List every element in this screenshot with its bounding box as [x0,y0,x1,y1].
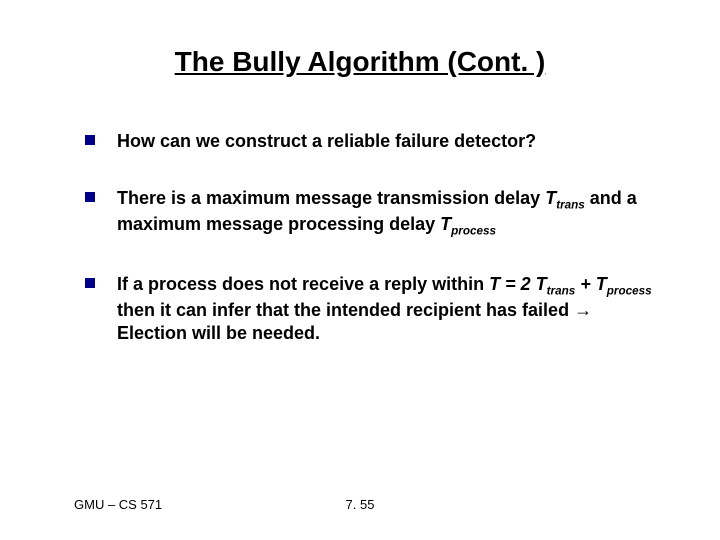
slide-title: The Bully Algorithm (Cont. ) [0,46,720,78]
slide-body: How can we construct a reliable failure … [85,130,660,378]
text-run: then it can infer that the intended reci… [117,300,574,320]
sub-trans: trans [556,198,585,211]
text-run: There is a maximum message transmission … [117,188,545,208]
bullet-item-2: There is a maximum message transmission … [85,187,660,239]
text-run: Election will be needed. [117,323,320,343]
bullet-text: If a process does not receive a reply wi… [117,273,660,344]
footer-page-number: 7. 55 [0,497,720,512]
bullet-marker-icon [85,192,95,202]
bullet-text: How can we construct a reliable failure … [117,130,660,153]
slide: The Bully Algorithm (Cont. ) How can we … [0,0,720,540]
var-T: T [545,188,556,208]
bullet-item-3: If a process does not receive a reply wi… [85,273,660,344]
text-run: If a process does not receive a reply wi… [117,274,489,294]
formula: + T [575,274,607,294]
sub-process: process [607,285,652,298]
bullet-marker-icon [85,278,95,288]
formula: T = 2 T [489,274,547,294]
bullet-text: There is a maximum message transmission … [117,187,660,239]
sub-trans: trans [547,285,576,298]
sub-process: process [451,224,496,237]
var-T: T [440,214,451,234]
arrow-icon: → [574,300,592,320]
bullet-item-1: How can we construct a reliable failure … [85,130,660,153]
bullet-marker-icon [85,135,95,145]
